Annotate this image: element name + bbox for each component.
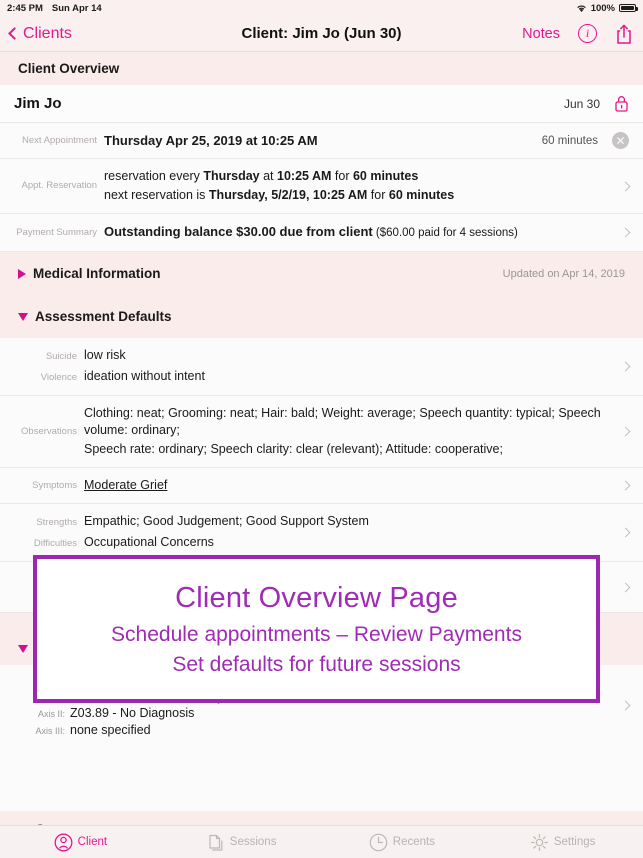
symptoms-row[interactable]: Symptoms Moderate Grief xyxy=(0,468,643,504)
next-appointment-label: Next Appointment xyxy=(22,134,97,146)
chevron-right-icon xyxy=(620,700,631,711)
share-icon[interactable] xyxy=(615,23,633,45)
observations-line-1: Clothing: neat; Grooming: neat; Hair: ba… xyxy=(84,406,601,437)
violence-value: ideation without intent xyxy=(84,369,205,383)
callout-line-3: Set defaults for future sessions xyxy=(172,652,461,676)
triangle-down-icon xyxy=(18,644,28,653)
difficulties-value: Occupational Concerns xyxy=(84,535,214,549)
axis-line: Axis II: Z03.89 - No Diagnosis xyxy=(14,705,612,722)
chevron-right-icon xyxy=(620,361,631,372)
callout-overlay: Client Overview Page Schedule appointmen… xyxy=(33,555,600,703)
next-appointment-value: Thursday Apr 25, 2019 at 10:25 AM xyxy=(104,133,318,148)
observations-label: Observations xyxy=(21,425,77,437)
tab-sessions[interactable]: Sessions xyxy=(161,826,322,858)
chevron-right-icon xyxy=(620,426,631,437)
clock-icon xyxy=(369,833,388,852)
client-name-row[interactable]: Jim Jo Jun 30 xyxy=(0,85,643,123)
client-overview-screen: 2:45 PM Sun Apr 14 100% Clients Client: … xyxy=(0,0,643,858)
observations-row[interactable]: Observations Clothing: neat; Grooming: n… xyxy=(0,396,643,468)
tab-bar: Client Sessions Recents Settings xyxy=(0,825,643,858)
section-header-client-overview: Client Overview xyxy=(0,52,643,85)
section-title: Client Overview xyxy=(18,61,120,76)
strengths-difficulties-row[interactable]: Strengths Empathic; Good Judgement; Good… xyxy=(0,504,643,562)
tab-client[interactable]: Client xyxy=(0,826,161,858)
gear-icon xyxy=(530,833,549,852)
notes-button[interactable]: Notes xyxy=(522,26,560,42)
tab-client-label: Client xyxy=(77,836,108,848)
section-header-assessment-defaults[interactable]: Assessment Defaults xyxy=(0,295,643,338)
callout-line-1: Client Overview Page xyxy=(175,581,458,614)
battery-icon xyxy=(619,4,638,12)
appointment-reservation-value: reservation every Thursday at 10:25 AM f… xyxy=(104,168,612,204)
info-circle-icon[interactable]: i xyxy=(578,24,597,43)
violence-label: Violence xyxy=(40,372,77,383)
tab-settings[interactable]: Settings xyxy=(482,826,643,858)
chevron-right-icon xyxy=(620,227,631,238)
chevron-left-icon xyxy=(8,27,21,40)
status-bar: 2:45 PM Sun Apr 14 100% xyxy=(0,0,643,16)
strengths-label: Strengths xyxy=(36,517,77,528)
triangle-right-icon xyxy=(18,268,26,279)
symptoms-value: Moderate Grief xyxy=(84,478,168,492)
chevron-right-icon xyxy=(620,181,631,191)
suicide-violence-row[interactable]: Suicide low risk Violence ideation witho… xyxy=(0,338,643,396)
symptoms-label: Symptoms xyxy=(32,479,77,491)
appointment-reservation-label: Appt. Reservation xyxy=(21,180,97,191)
chevron-right-icon xyxy=(620,582,631,592)
scroll-content[interactable]: Client Overview Jim Jo Jun 30 Next Appoi… xyxy=(0,52,643,858)
status-date: Sun Apr 14 xyxy=(51,2,102,14)
difficulties-label: Difficulties xyxy=(33,538,77,549)
reservation-line-1: reservation every Thursday at 10:25 AM f… xyxy=(104,169,419,183)
chevron-right-icon xyxy=(620,480,631,491)
person-circle-icon xyxy=(54,833,73,852)
observations-line-2: Speech rate: ordinary; Speech clarity: c… xyxy=(84,442,503,456)
axis-key: Axis II: xyxy=(37,709,65,719)
reservation-line-2: next reservation is Thursday, 5/2/19, 10… xyxy=(104,188,455,202)
callout-line-2: Schedule appointments – Review Payments xyxy=(111,622,522,646)
next-appointment-row[interactable]: Next Appointment Thursday Apr 25, 2019 a… xyxy=(0,123,643,159)
payment-summary-value: Outstanding balance $30.00 due from clie… xyxy=(104,224,518,239)
tab-sessions-label: Sessions xyxy=(229,836,277,848)
tab-recents[interactable]: Recents xyxy=(322,826,483,858)
appointment-reservation-row[interactable]: Appt. Reservation reservation every Thur… xyxy=(0,159,643,214)
back-button-label: Clients xyxy=(23,24,72,42)
lock-icon[interactable] xyxy=(614,95,629,112)
section-title-medical-information: Medical Information xyxy=(33,266,161,281)
wifi-icon xyxy=(576,4,587,13)
next-appointment-duration: 60 minutes xyxy=(541,134,598,147)
client-name: Jim Jo xyxy=(14,95,62,112)
tab-settings-label: Settings xyxy=(553,836,596,848)
triangle-down-icon xyxy=(18,312,28,321)
strengths-value: Empathic; Good Judgement; Good Support S… xyxy=(84,514,369,528)
documents-icon xyxy=(206,833,225,852)
battery-percent: 100% xyxy=(590,2,615,14)
suicide-value: low risk xyxy=(84,348,126,362)
tab-recents-label: Recents xyxy=(392,836,435,848)
axis-value: none specified xyxy=(70,723,151,737)
payment-summary-label: Payment Summary xyxy=(16,226,97,238)
axis-line: Axis III: none specified xyxy=(14,722,612,739)
diagnosis-filler xyxy=(0,743,643,811)
section-title-assessment-defaults: Assessment Defaults xyxy=(35,309,172,324)
axis-value: Z03.89 - No Diagnosis xyxy=(70,706,195,720)
back-to-clients-button[interactable]: Clients xyxy=(8,24,72,43)
close-circle-icon[interactable]: ✕ xyxy=(612,132,629,149)
suicide-label: Suicide xyxy=(45,351,77,362)
medical-information-updated: Updated on Apr 14, 2019 xyxy=(502,267,625,280)
navigation-bar: Clients Client: Jim Jo (Jun 30) Notes i xyxy=(0,16,643,52)
payment-summary-row[interactable]: Payment Summary Outstanding balance $30.… xyxy=(0,214,643,252)
axis-key: Axis III: xyxy=(35,726,65,736)
section-header-medical-information[interactable]: Medical Information Updated on Apr 14, 2… xyxy=(0,252,643,295)
status-time: 2:45 PM xyxy=(7,2,43,14)
chevron-right-icon xyxy=(620,527,631,538)
client-date: Jun 30 xyxy=(563,96,600,111)
